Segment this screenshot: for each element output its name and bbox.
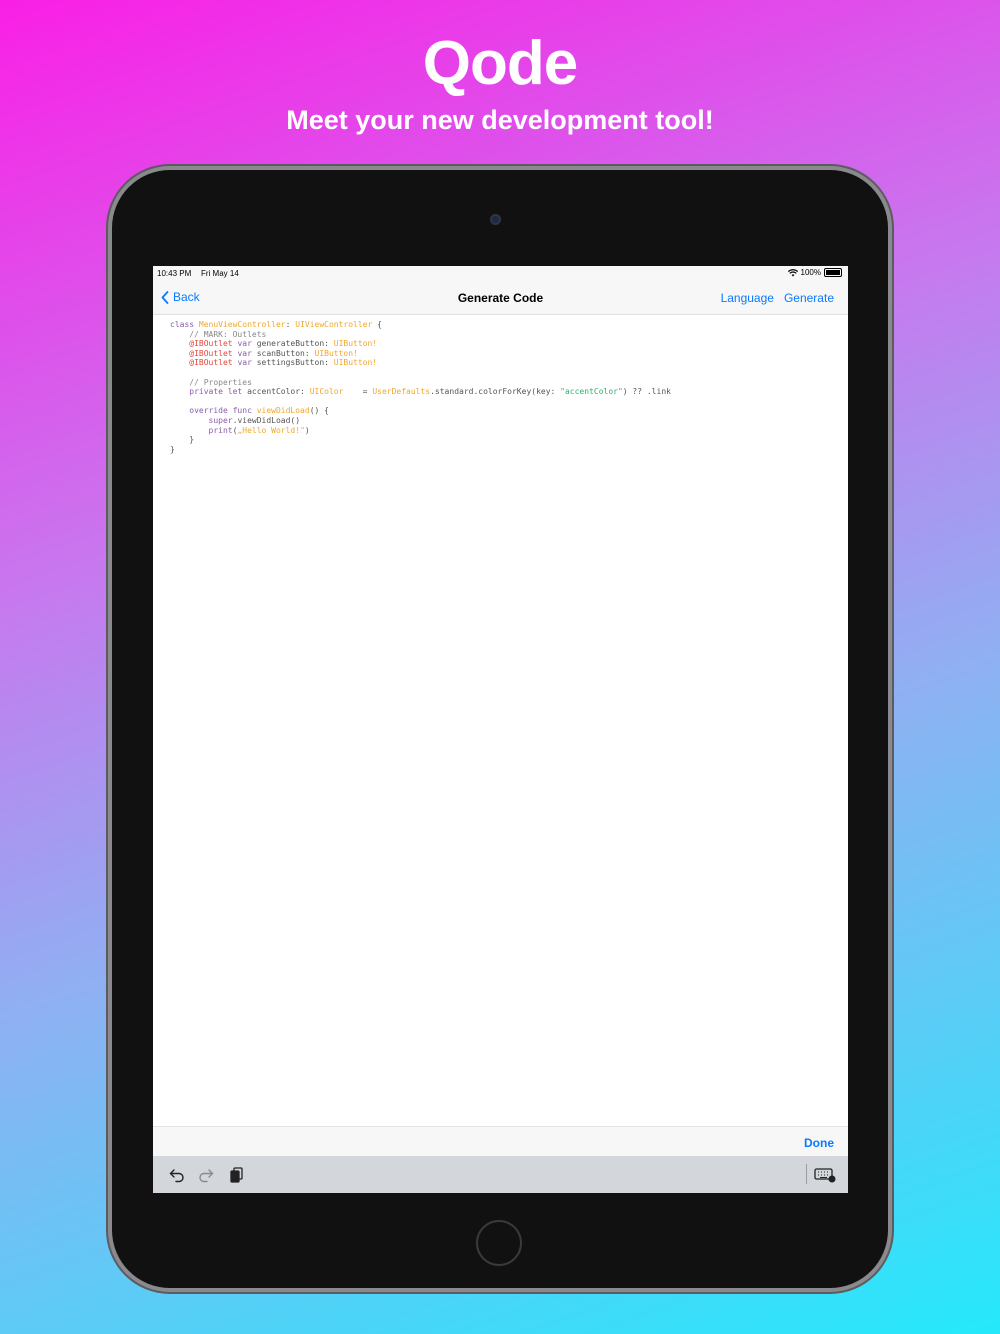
back-label: Back: [173, 290, 200, 304]
code-token: // MARK: Outlets: [170, 329, 267, 339]
code-token: var: [237, 358, 257, 368]
code-token: =: [343, 387, 373, 397]
hero-title: Qode: [422, 29, 578, 98]
code-token: super: [170, 415, 233, 425]
code-token: UIButton!: [333, 358, 378, 368]
code-token: var: [237, 348, 257, 358]
code-token: {: [372, 320, 382, 329]
chevron-left-icon: [161, 290, 169, 304]
done-button[interactable]: Done: [804, 1136, 834, 1150]
toolbar-divider: [806, 1164, 807, 1184]
code-token: UIViewController: [295, 320, 373, 329]
code-token: print: [170, 425, 233, 435]
code-token: override func: [170, 406, 257, 416]
code-line: print(„Hello World!"): [170, 426, 840, 436]
status-time: 10:43 PM: [157, 269, 192, 278]
code-token: UIButton!: [314, 348, 358, 358]
navigation-bar: Back Generate Code Language Generate: [153, 280, 848, 315]
code-token: generateButton:: [256, 339, 334, 349]
code-token: class: [170, 320, 199, 329]
generate-button[interactable]: Generate: [784, 291, 834, 305]
code-token: () {: [309, 406, 329, 416]
code-line: @IBOutlet var scanButton: UIButton!: [170, 349, 840, 359]
code-line: override func viewDidLoad() {: [170, 406, 840, 416]
language-button[interactable]: Language: [721, 291, 774, 305]
code-line: class MenuViewController: UIViewControll…: [170, 320, 840, 330]
code-token: .standard.colorForKey(key:: [430, 387, 561, 397]
hero-subtitle: Meet your new development tool!: [286, 105, 714, 135]
status-bar: 10:43 PM Fri May 14 100%: [153, 266, 848, 280]
battery-icon: [824, 268, 842, 277]
status-indicators: 100%: [787, 268, 842, 277]
code-token: }: [170, 435, 195, 445]
code-line: @IBOutlet var settingsButton: UIButton!: [170, 358, 840, 368]
code-token: accentColor:: [247, 387, 310, 397]
status-date: Fri May 14: [201, 269, 239, 278]
code-token: @IBOutlet: [170, 339, 238, 349]
back-button[interactable]: Back: [161, 290, 200, 304]
code-token: settingsButton:: [256, 358, 334, 368]
code-line: private let accentColor: UIColor = UserD…: [170, 387, 840, 397]
code-token: UIColor: [309, 387, 344, 397]
camera-icon: [490, 214, 501, 225]
paste-icon[interactable]: [228, 1166, 246, 1184]
code-token: viewDidLoad: [256, 406, 310, 416]
code-line: super.viewDidLoad(): [170, 416, 840, 426]
code-token: @IBOutlet: [170, 358, 238, 368]
code-token: :: [285, 320, 296, 329]
code-token: }: [170, 444, 175, 454]
code-token: var: [237, 339, 257, 349]
input-accessory-bar: Done: [153, 1126, 848, 1157]
code-token: UIButton!: [333, 339, 378, 349]
code-token: // Properties: [170, 377, 252, 387]
code-line: @IBOutlet var generateButton: UIButton!: [170, 339, 840, 349]
code-token: .viewDidLoad(): [232, 415, 301, 425]
battery-percent: 100%: [800, 268, 821, 277]
code-token: "accentColor": [560, 387, 623, 397]
nav-actions: Language Generate: [721, 291, 834, 305]
code-line: // Properties: [170, 378, 840, 388]
code-token: „Hello World!": [237, 425, 305, 435]
code-token: @IBOutlet: [170, 348, 238, 358]
undo-icon[interactable]: [168, 1166, 186, 1184]
code-token: private let: [170, 387, 248, 397]
code-token: ): [304, 425, 310, 435]
app-screen: 10:43 PM Fri May 14 100% Back Generate C…: [153, 266, 848, 1193]
wifi-icon: [787, 268, 798, 276]
keyboard-dismiss-icon[interactable]: [814, 1166, 836, 1184]
code-token: scanButton:: [256, 348, 315, 358]
code-line: // MARK: Outlets: [170, 330, 840, 340]
code-token: UserDefaults: [372, 387, 431, 397]
code-token: ) ?? .link: [622, 387, 671, 397]
home-button[interactable]: [476, 1220, 522, 1266]
redo-icon[interactable]: [197, 1166, 215, 1184]
code-token: MenuViewController: [198, 320, 286, 329]
keyboard-shortcut-bar: [153, 1156, 848, 1193]
code-editor[interactable]: class MenuViewController: UIViewControll…: [170, 320, 840, 1120]
code-line: }: [170, 435, 840, 445]
code-line: }: [170, 445, 840, 455]
